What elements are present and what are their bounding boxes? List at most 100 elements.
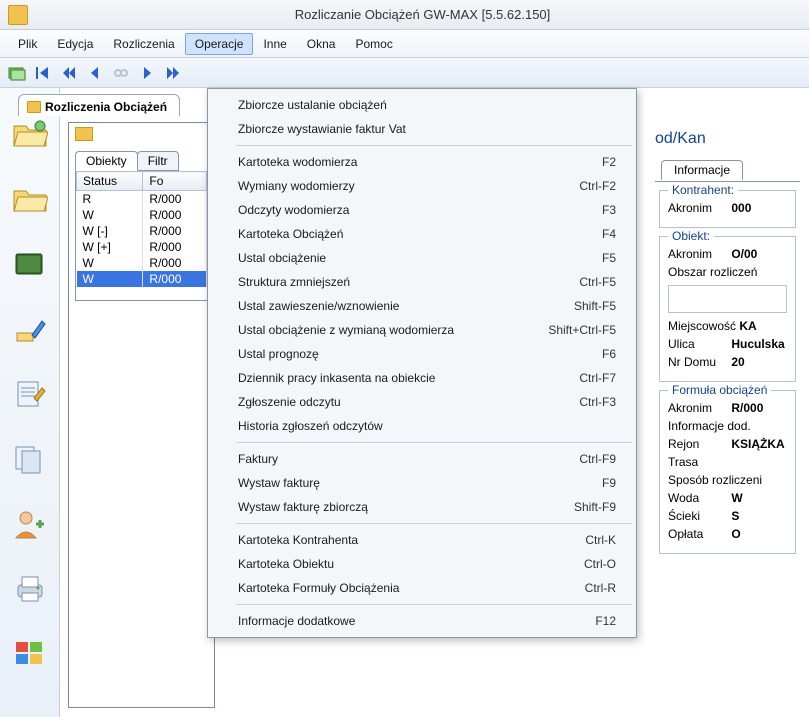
sidebar-note-edit-icon[interactable]: [12, 378, 48, 413]
table-row[interactable]: WR/000: [77, 207, 207, 223]
nav-link-icon[interactable]: [110, 62, 132, 84]
sidebar-folder-open-icon[interactable]: [12, 118, 48, 153]
menu-item-label: Zgłoszenie odczytu: [238, 395, 579, 409]
formula-akronim-value: R/000: [731, 401, 763, 415]
menu-item-shortcut: Ctrl-F3: [579, 395, 616, 409]
toolbar-folders-icon[interactable]: [6, 62, 28, 84]
menu-item-label: Struktura zmniejszeń: [238, 275, 579, 289]
nav-first-icon[interactable]: [32, 62, 54, 84]
grid-header-status[interactable]: Status: [77, 172, 143, 191]
sidebar-folder-icon[interactable]: [12, 183, 48, 218]
tab-obiekty[interactable]: Obiekty: [75, 151, 138, 171]
menu-pomoc[interactable]: Pomoc: [345, 33, 402, 55]
menu-item-label: Zbiorcze ustalanie obciążeń: [238, 98, 616, 112]
menu-item[interactable]: FakturyCtrl-F9: [210, 447, 634, 471]
tab-informacje[interactable]: Informacje: [661, 160, 743, 180]
menu-item[interactable]: Dziennik pracy inkasenta na obiekcieCtrl…: [210, 366, 634, 390]
menu-edycja[interactable]: Edycja: [47, 33, 103, 55]
menu-item[interactable]: Ustal obciążenieF5: [210, 246, 634, 270]
sidebar-book-icon[interactable]: [12, 248, 48, 283]
obiekt-obszar-input[interactable]: [668, 285, 787, 313]
menu-item[interactable]: Ustal prognozęF6: [210, 342, 634, 366]
cell-status: W [-]: [77, 223, 143, 239]
menu-item[interactable]: Wymiany wodomierzyCtrl-F2: [210, 174, 634, 198]
cell-fo: R/000: [143, 239, 207, 255]
menu-okna[interactable]: Okna: [297, 33, 346, 55]
table-row[interactable]: W [+]R/000: [77, 239, 207, 255]
menu-item[interactable]: Wystaw fakturę zbiorcząShift-F9: [210, 495, 634, 519]
menu-item[interactable]: Zbiorcze ustalanie obciążeń: [210, 93, 634, 117]
obiekt-ulica-label: Ulica: [668, 337, 728, 351]
sidebar: [0, 88, 60, 717]
menu-item-shortcut: Shift-F9: [574, 500, 616, 514]
menu-item[interactable]: Kartoteka Formuły ObciążeniaCtrl-R: [210, 576, 634, 600]
menu-item[interactable]: Struktura zmniejszeńCtrl-F5: [210, 270, 634, 294]
obiekt-miejscowosc-value: KA: [739, 319, 756, 333]
table-row[interactable]: WR/000: [77, 271, 207, 287]
menu-item[interactable]: Zgłoszenie odczytuCtrl-F3: [210, 390, 634, 414]
sidebar-print-icon[interactable]: [12, 573, 48, 608]
menu-item-label: Wystaw fakturę: [238, 476, 602, 490]
sidebar-windows-icon[interactable]: [12, 638, 48, 673]
grid-header-fo[interactable]: Fo: [143, 172, 207, 191]
menu-item[interactable]: Historia zgłoszeń odczytów: [210, 414, 634, 438]
tab-obiekty-label: Obiekty: [86, 154, 127, 168]
cell-fo: R/000: [143, 223, 207, 239]
menu-separator: [236, 523, 632, 524]
object-grid[interactable]: Status Fo RR/000WR/000W [-]R/000W [+]R/0…: [75, 171, 208, 301]
menu-item[interactable]: Ustal zawieszenie/wznowienieShift-F5: [210, 294, 634, 318]
menu-item[interactable]: Zbiorcze wystawianie faktur Vat: [210, 117, 634, 141]
menu-item-shortcut: F4: [602, 227, 616, 241]
menu-item[interactable]: Kartoteka KontrahentaCtrl-K: [210, 528, 634, 552]
document-tab[interactable]: Rozliczenia Obciążeń: [18, 94, 180, 116]
menu-plik[interactable]: Plik: [8, 33, 47, 55]
menu-item-label: Faktury: [238, 452, 579, 466]
menu-item-label: Odczyty wodomierza: [238, 203, 602, 217]
menu-item[interactable]: Ustal obciążenie z wymianą wodomierzaShi…: [210, 318, 634, 342]
obiekt-miejscowosc-label: Miejscowość: [668, 319, 736, 333]
obiekt-legend: Obiekt:: [668, 229, 714, 243]
nav-next-page-icon[interactable]: [162, 62, 184, 84]
menu-inne[interactable]: Inne: [253, 33, 296, 55]
cell-status: W [+]: [77, 239, 143, 255]
menu-item-label: Dziennik pracy inkasenta na obiekcie: [238, 371, 579, 385]
formula-legend: Formuła obciążeń: [668, 383, 771, 397]
sidebar-copy-icon[interactable]: [12, 443, 48, 478]
menu-operacje[interactable]: Operacje: [185, 33, 254, 55]
table-row[interactable]: WR/000: [77, 255, 207, 271]
obiekt-nrdomu-label: Nr Domu: [668, 355, 728, 369]
nav-prev-icon[interactable]: [84, 62, 106, 84]
nav-next-icon[interactable]: [136, 62, 158, 84]
document-tab-icon: [27, 101, 41, 113]
menu-item-label: Kartoteka Kontrahenta: [238, 533, 585, 547]
obiekt-obszar-label: Obszar rozliczeń: [668, 265, 757, 279]
formula-rejon-value: KSIĄŻKA: [731, 437, 784, 451]
menu-item[interactable]: Informacje dodatkoweF12: [210, 609, 634, 633]
menu-item[interactable]: Kartoteka ObciążeńF4: [210, 222, 634, 246]
menu-item[interactable]: Kartoteka ObiektuCtrl-O: [210, 552, 634, 576]
menu-item[interactable]: Kartoteka wodomierzaF2: [210, 150, 634, 174]
menu-item-shortcut: Ctrl-F2: [579, 179, 616, 193]
menu-item-label: Zbiorcze wystawianie faktur Vat: [238, 122, 616, 136]
table-row[interactable]: W [-]R/000: [77, 223, 207, 239]
table-row[interactable]: RR/000: [77, 191, 207, 208]
menu-item-shortcut: Ctrl-O: [584, 557, 616, 571]
fieldset-kontrahent: Kontrahent: Akronim 000: [659, 190, 796, 228]
nav-prev-page-icon[interactable]: [58, 62, 80, 84]
toolbar: [0, 58, 809, 88]
menu-item[interactable]: Odczyty wodomierzaF3: [210, 198, 634, 222]
tab-informacje-label: Informacje: [674, 163, 730, 177]
panel-icon: [75, 127, 93, 141]
menu-item[interactable]: Wystaw fakturęF9: [210, 471, 634, 495]
menu-separator: [236, 442, 632, 443]
sidebar-brush-icon[interactable]: [12, 313, 48, 348]
sidebar-user-icon[interactable]: [12, 508, 48, 543]
menu-rozliczenia[interactable]: Rozliczenia: [103, 33, 184, 55]
cell-fo: R/000: [143, 207, 207, 223]
menu-item-shortcut: Ctrl-F7: [579, 371, 616, 385]
menu-item-label: Kartoteka Obiektu: [238, 557, 584, 571]
tab-filtr[interactable]: Filtr: [137, 151, 179, 171]
fieldset-obiekt: Obiekt: Akronim O/00 Obszar rozliczeń Mi…: [659, 236, 796, 382]
document-tab-label: Rozliczenia Obciążeń: [45, 100, 167, 114]
cell-fo: R/000: [143, 255, 207, 271]
